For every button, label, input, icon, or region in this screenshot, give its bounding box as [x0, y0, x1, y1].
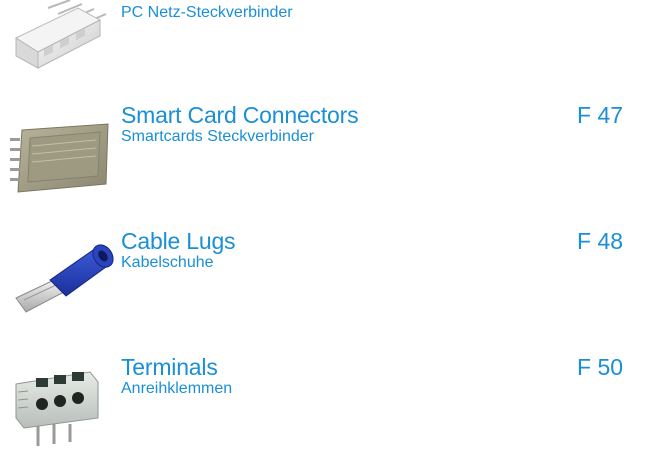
- cable-lug-icon: [15, 244, 114, 313]
- entry-page-code: F 50: [577, 354, 624, 380]
- entry-subtitle: Smartcards Steckverbinder: [121, 128, 314, 145]
- catalog-entry-pc-connector: PC Netz-Steckverbinder: [0, 0, 647, 90]
- entry-title: Cable Lugs: [121, 228, 236, 254]
- catalog-entry-terminals: Terminals Anreihklemmen F 50: [0, 348, 647, 450]
- catalog-entry-smart-card: Smart Card Connectors Smartcards Steckve…: [0, 96, 647, 206]
- catalog-entry-cable-lugs: Cable Lugs Kabelschuhe F 48: [0, 226, 647, 336]
- entry-title: Smart Card Connectors: [121, 102, 359, 128]
- pc-header-connector-icon: [14, 0, 107, 69]
- entry-subtitle: PC Netz-Steckverbinder: [121, 4, 293, 21]
- entry-subtitle: Kabelschuhe: [121, 254, 214, 271]
- entry-page-code: F 48: [577, 228, 624, 254]
- terminal-block-icon: [15, 371, 99, 446]
- entry-page-code: F 47: [577, 102, 624, 128]
- entry-subtitle: Anreihklemmen: [121, 380, 233, 397]
- smart-card-socket-icon: [10, 123, 109, 193]
- entry-title: Terminals: [121, 354, 218, 380]
